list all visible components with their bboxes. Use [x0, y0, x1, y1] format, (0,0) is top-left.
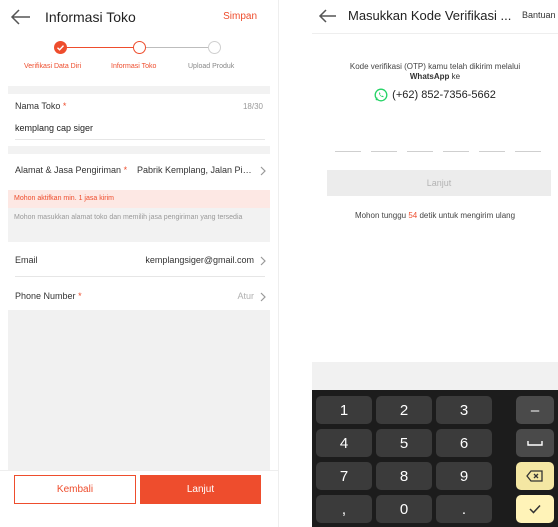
section-separator — [8, 146, 270, 154]
chevron-right-icon — [260, 292, 266, 302]
key-2[interactable]: 2 — [376, 396, 432, 424]
otp-digit-input-6[interactable] — [515, 136, 541, 152]
store-name-divider — [15, 139, 265, 140]
step-upload-produk-dot — [208, 41, 221, 54]
key-9[interactable]: 9 — [436, 462, 492, 490]
save-button[interactable]: Simpan — [223, 11, 257, 22]
help-button[interactable]: Bantuan — [522, 10, 556, 20]
key-0[interactable]: 0 — [376, 495, 432, 523]
address-value: Pabrik Kemplang, Jalan Pia... — [137, 165, 254, 175]
store-info-screen: Informasi Toko Simpan Verifikasi Data Di… — [0, 0, 279, 527]
step-label-upload-produk: Upload Produk — [188, 63, 235, 70]
resend-countdown: Mohon tunggu 54 detik untuk mengirim ula… — [354, 211, 516, 220]
section-separator — [8, 86, 270, 94]
chevron-right-icon — [260, 256, 266, 266]
back-arrow-icon[interactable] — [10, 8, 32, 26]
store-name-label: Nama Toko * — [15, 101, 67, 111]
next-button[interactable]: Lanjut — [140, 475, 261, 504]
key-7[interactable]: 7 — [316, 462, 372, 490]
otp-digit-input-3[interactable] — [407, 136, 433, 152]
key-1[interactable]: 1 — [316, 396, 372, 424]
phone-number-row[interactable]: Phone Number * Atur — [0, 284, 278, 310]
otp-verification-screen: Masukkan Kode Verifikasi ... Bantuan Kod… — [312, 0, 558, 527]
key-comma[interactable]: , — [316, 495, 372, 523]
back-arrow-icon[interactable] — [318, 8, 338, 24]
email-row[interactable]: Email kemplangsiger@gmail.com — [0, 248, 278, 274]
key-space[interactable] — [516, 429, 554, 457]
otp-phone-number: (+62) 852-7356-5662 — [392, 89, 496, 101]
otp-digit-input-1[interactable] — [335, 136, 361, 152]
whatsapp-icon — [374, 88, 388, 102]
otp-phone-line: (+62) 852-7356-5662 — [312, 88, 558, 102]
step-verifikasi-check-icon — [54, 41, 67, 54]
page-title: Informasi Toko — [45, 9, 136, 25]
otp-page-title: Masukkan Kode Verifikasi ... — [348, 8, 512, 23]
step-connector-1 — [62, 47, 134, 48]
key-period[interactable]: . — [436, 495, 492, 523]
address-hint-text: Mohon masukkan alamat toko dan memilih j… — [14, 214, 243, 221]
step-label-informasi-toko: Informasi Toko — [111, 63, 157, 70]
store-info-header: Informasi Toko Simpan — [0, 0, 278, 34]
checkmark-icon — [529, 504, 541, 514]
key-5[interactable]: 5 — [376, 429, 432, 457]
step-informasi-toko-dot — [133, 41, 146, 54]
numeric-keyboard: 1 2 3 – 4 5 6 7 8 9 , 0 . — [312, 390, 558, 527]
back-button[interactable]: Kembali — [14, 475, 136, 504]
address-shipping-label: Alamat & Jasa Pengiriman * — [15, 165, 128, 175]
otp-digit-input-2[interactable] — [371, 136, 397, 152]
shipping-warning-text: Mohon aktifkan min. 1 jasa kirim — [14, 195, 114, 202]
step-label-verifikasi: Verifikasi Data Diri — [24, 63, 82, 70]
otp-sent-message: Kode verifikasi (OTP) kamu telah dikirim… — [349, 62, 521, 81]
store-name-input[interactable]: kemplang cap siger — [15, 123, 93, 133]
key-backspace[interactable] — [516, 462, 554, 490]
shipping-warning-banner: Mohon aktifkan min. 1 jasa kirim — [8, 190, 270, 208]
key-4[interactable]: 4 — [316, 429, 372, 457]
address-hint-box: Mohon masukkan alamat toko dan memilih j… — [8, 208, 270, 242]
address-shipping-row[interactable]: Alamat & Jasa Pengiriman * Pabrik Kempla… — [0, 158, 278, 184]
otp-digit-input-4[interactable] — [443, 136, 469, 152]
empty-content-area — [8, 310, 270, 470]
header-divider — [312, 33, 558, 34]
phone-set-action: Atur — [237, 291, 254, 301]
keyboard-toolbar — [312, 362, 558, 390]
key-enter[interactable] — [516, 495, 554, 523]
store-name-counter: 18/30 — [242, 102, 263, 111]
phone-number-label: Phone Number * — [15, 291, 82, 301]
key-6[interactable]: 6 — [436, 429, 492, 457]
email-label: Email — [15, 255, 38, 265]
key-8[interactable]: 8 — [376, 462, 432, 490]
key-minus[interactable]: – — [516, 396, 554, 424]
backspace-icon — [526, 470, 543, 482]
progress-stepper: Verifikasi Data Diri Informasi Toko Uplo… — [0, 38, 278, 78]
email-value: kemplangsiger@gmail.com — [145, 255, 254, 265]
otp-next-button[interactable]: Lanjut — [327, 170, 551, 196]
email-divider — [15, 276, 265, 277]
countdown-seconds: 54 — [408, 211, 418, 220]
otp-channel: WhatsApp — [409, 72, 450, 81]
step-connector-2 — [146, 47, 208, 48]
chevron-right-icon — [260, 166, 266, 176]
otp-digit-input-5[interactable] — [479, 136, 505, 152]
key-3[interactable]: 3 — [436, 396, 492, 424]
space-icon — [527, 441, 543, 446]
